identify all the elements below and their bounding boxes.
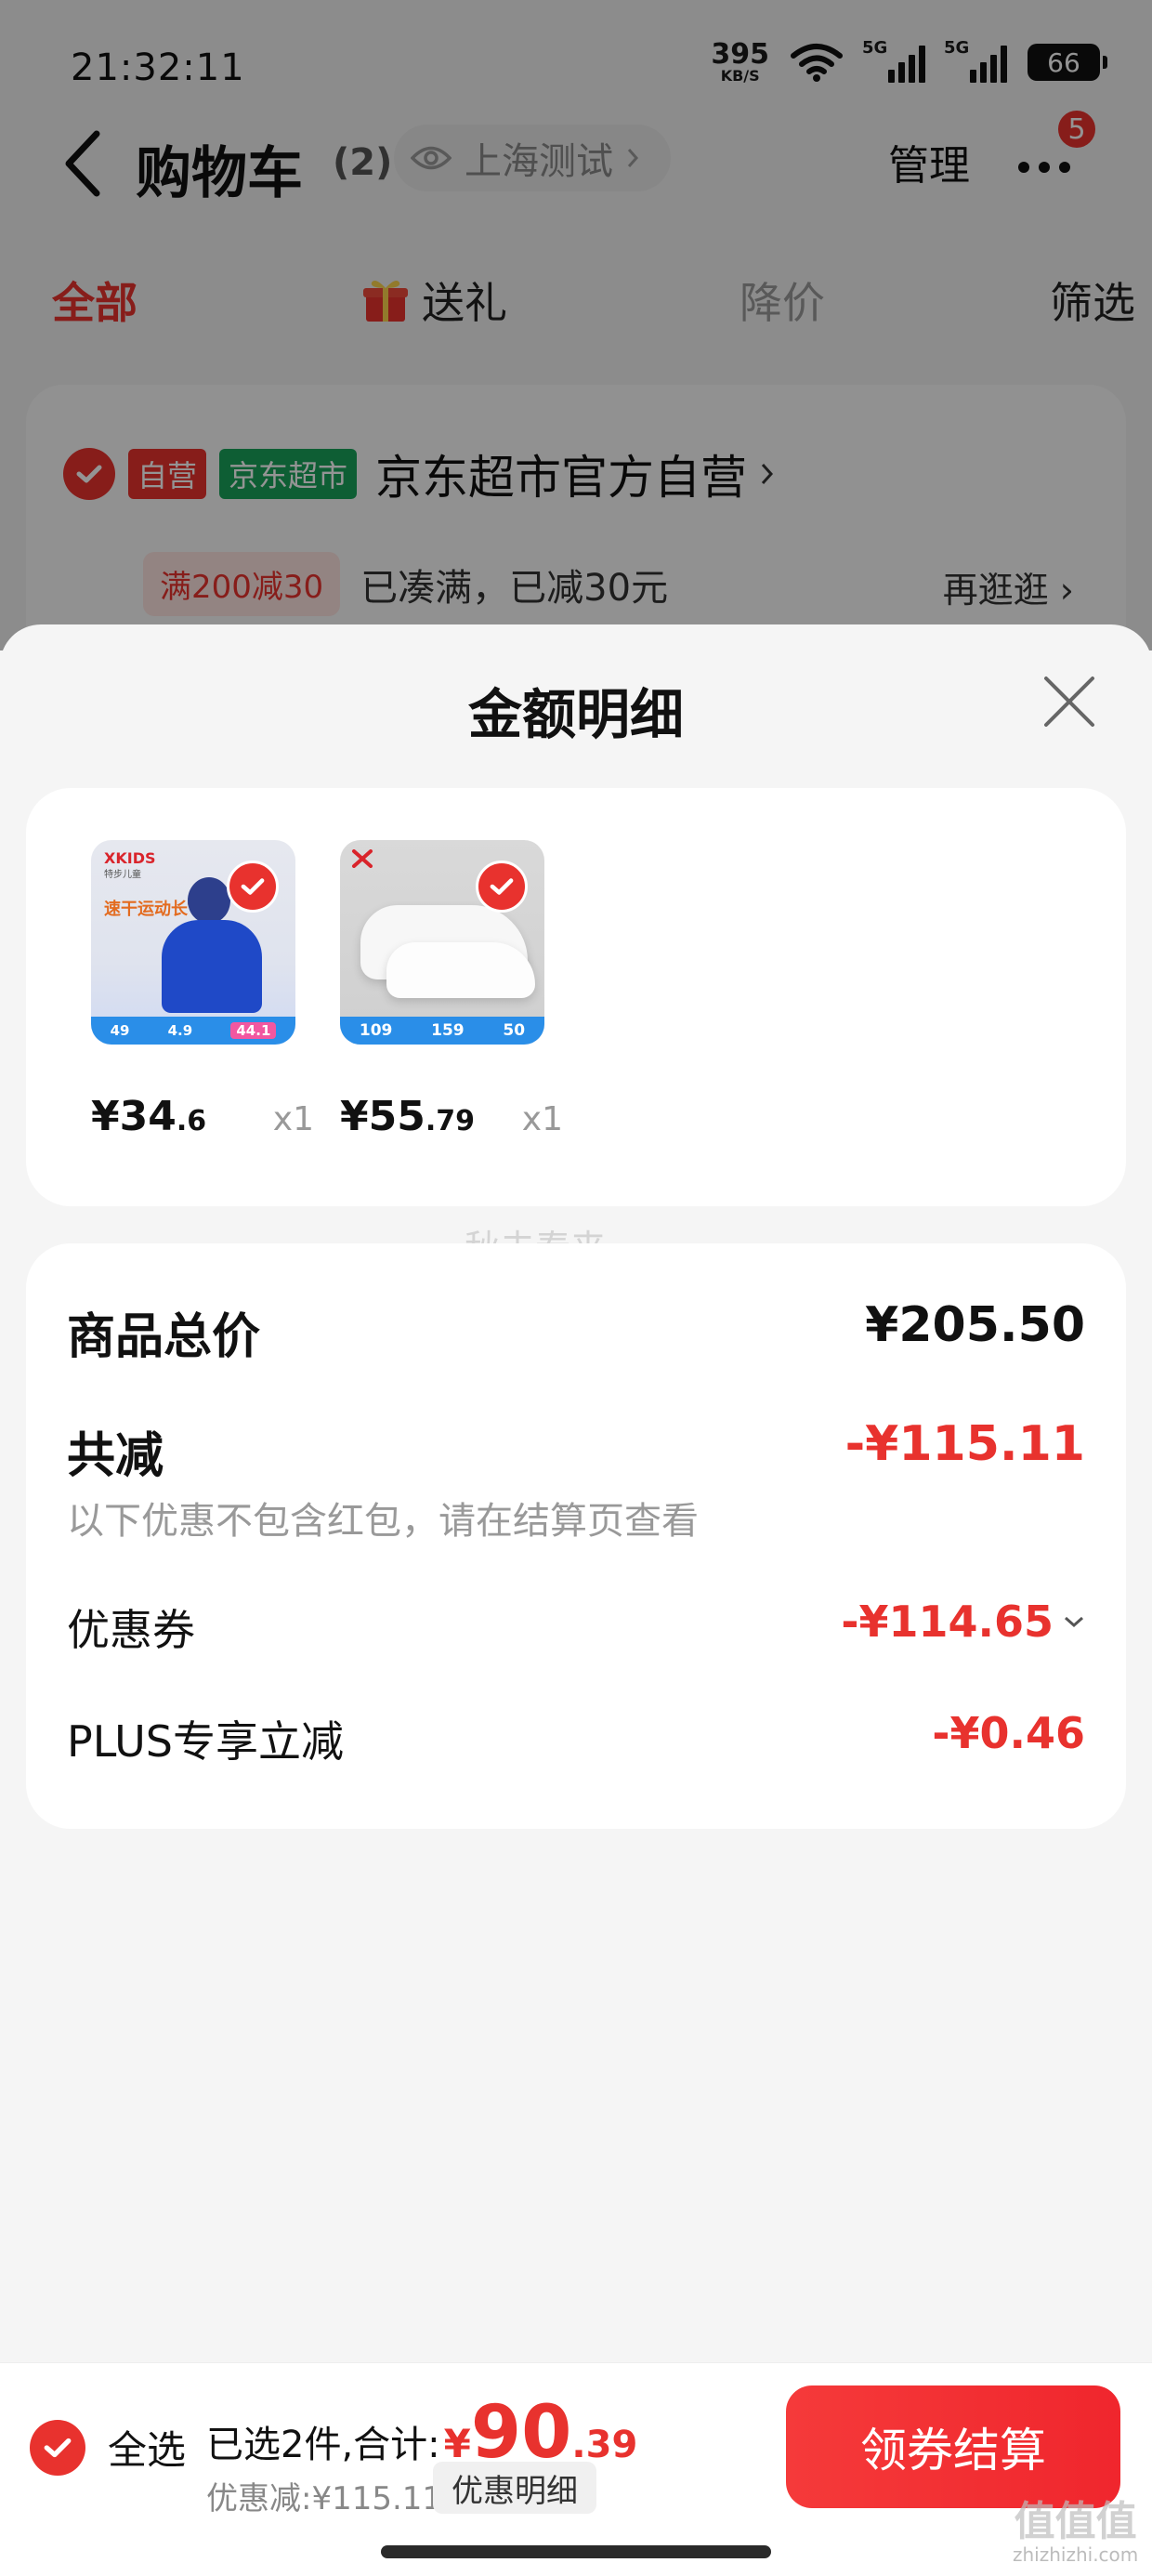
goods-item[interactable]: XKIDS 特步儿童 速干运动长T 49 4.9 44.1 (91, 840, 295, 1045)
checkout-bar: 全选 已选2件,合计: ¥ 90 .39 优惠减:¥115.11 优惠明细 领券… (0, 2362, 1152, 2576)
goods-price: ¥55.79 (340, 1093, 475, 1140)
goods-price-int: ¥55 (340, 1093, 425, 1140)
product-thumbnail: 109 159 50 (340, 840, 544, 1045)
cart-background: 21:32:11 395 KB/S 5G 5G 66 购物车 (2) 上海测试 … (0, 0, 1152, 756)
dim-overlay[interactable] (0, 0, 1152, 651)
selected-summary: 已选2件,合计: (206, 2424, 440, 2466)
goods-qty: x1 (272, 1100, 314, 1138)
goods-price-row: ¥34.6 x1 (91, 1093, 314, 1140)
goods-check-icon[interactable] (476, 861, 528, 913)
goods-price-dec: .79 (425, 1105, 476, 1137)
plus-discount-label: PLUS专享立减 (67, 1716, 344, 1767)
goods-total-value: ¥205.50 (865, 1297, 1085, 1353)
brand-logo-icon (352, 849, 373, 868)
thumb-price-2: 4.9 (167, 1022, 193, 1039)
goods-price-row: ¥55.79 x1 (340, 1093, 563, 1140)
home-indicator[interactable] (381, 2545, 771, 2558)
discount-detail-button[interactable]: 优惠明细 (433, 2462, 596, 2514)
thumb-price-1: 109 (359, 1021, 393, 1040)
product-thumbnail: XKIDS 特步儿童 速干运动长T 49 4.9 44.1 (91, 840, 295, 1045)
coupon-row-value[interactable]: -¥114.65 (841, 1597, 1085, 1647)
total-line: 已选2件,合计: ¥ 90 .39 (206, 2397, 637, 2469)
goods-card: XKIDS 特步儿童 速干运动长T 49 4.9 44.1 ¥34.6 x1 1… (26, 788, 1126, 1206)
total-amount-int: 90 (470, 2391, 572, 2475)
corner-watermark-url: zhizhizhi.com (1013, 2543, 1139, 2567)
total-discount-value: -¥115.11 (844, 1416, 1085, 1472)
coupon-label: 优惠券 (67, 1605, 195, 1655)
plus-discount-value: -¥0.46 (932, 1708, 1085, 1758)
thumb-price-3: 44.1 (230, 1022, 277, 1039)
thumb-price-2: 159 (431, 1021, 465, 1040)
sheet-title: 金额明细 (467, 683, 684, 746)
thumb-price-1: 49 (110, 1022, 130, 1039)
corner-watermark: 值值值 zhizhizhi.com (1013, 2498, 1139, 2567)
goods-total-label: 商品总价 (67, 1309, 261, 1365)
thumb-price-3: 50 (503, 1021, 526, 1040)
close-icon[interactable] (1041, 673, 1098, 730)
goods-price-dec: .6 (176, 1105, 207, 1137)
page: 21:32:11 395 KB/S 5G 5G 66 购物车 (2) 上海测试 … (0, 0, 1152, 2576)
amount-detail-sheet: 金额明细 XKIDS 特步儿童 速干运动长T 49 4.9 44.1 ¥34.6… (0, 624, 1152, 2576)
plus-discount-amount: -¥0.46 (932, 1708, 1085, 1758)
goods-price: ¥34.6 (91, 1093, 206, 1140)
select-all-label: 全选 (108, 2427, 187, 2473)
goods-item[interactable]: 109 159 50 (340, 840, 544, 1045)
thumb-brand-sub: 特步儿童 (104, 870, 141, 880)
thumb-price-strip: 109 159 50 (340, 1017, 544, 1045)
corner-watermark-logo: 值值值 (1014, 2498, 1137, 2545)
goods-check-icon[interactable] (227, 861, 279, 913)
discount-summary: 优惠减:¥115.11 (206, 2480, 443, 2517)
checkout-button[interactable]: 领券结算 (786, 2385, 1120, 2508)
total-amount-dec: .39 (571, 2424, 638, 2466)
thumb-brand: XKIDS (104, 849, 156, 867)
chevron-down-icon (1065, 1616, 1083, 1628)
price-summary-card: 商品总价 ¥205.50 共减 -¥115.11 以下优惠不包含红包，请在结算页… (26, 1243, 1126, 1829)
select-all-check-icon[interactable] (30, 2419, 85, 2476)
discount-note: 以下优惠不包含红包，请在结算页查看 (67, 1500, 699, 1543)
select-all[interactable]: 全选 (30, 2419, 186, 2476)
total-discount-label: 共减 (67, 1428, 164, 1484)
goods-qty: x1 (521, 1100, 563, 1138)
thumb-price-strip: 49 4.9 44.1 (91, 1017, 295, 1045)
coupon-value: -¥114.65 (841, 1597, 1054, 1647)
shoe-shape (386, 942, 535, 998)
goods-price-int: ¥34 (91, 1093, 177, 1140)
total-currency: ¥ (443, 2421, 471, 2466)
